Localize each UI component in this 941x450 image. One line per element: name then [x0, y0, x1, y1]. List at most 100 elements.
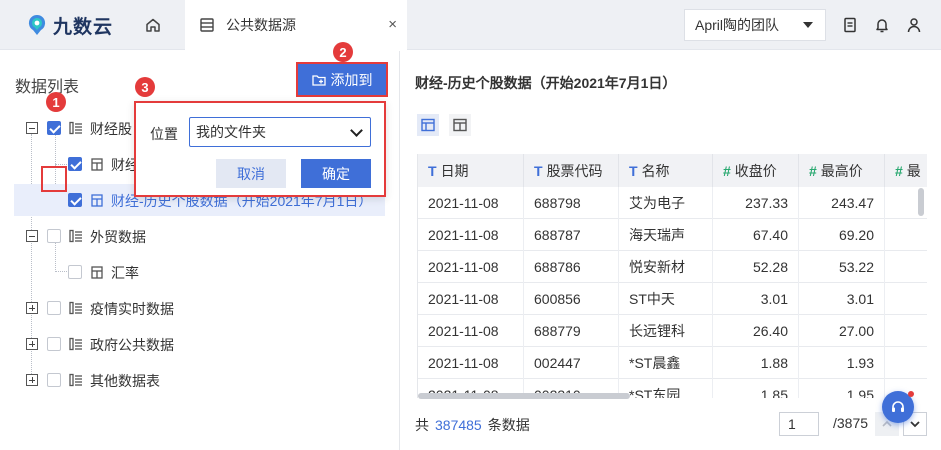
- cancel-button[interactable]: 取消: [216, 159, 286, 188]
- bell-icon[interactable]: [874, 17, 890, 33]
- expand-icon[interactable]: [26, 338, 38, 350]
- table-view-button[interactable]: [417, 114, 439, 136]
- document-icon[interactable]: [842, 17, 858, 33]
- tree-label: 外贸数据: [90, 229, 146, 245]
- table-row[interactable]: 2021-11-08 002447 *ST晨鑫 1.88 1.93: [418, 347, 927, 379]
- data-preview-panel: 财经-历史个股数据（开始2021年7月1日） T 日期 T 股票代码 T 名称 # 收盘…: [401, 51, 941, 450]
- tree-item-trade[interactable]: 外贸数据: [0, 220, 400, 252]
- table-row[interactable]: 2021-11-08 600856 ST中天 3.01 3.01: [418, 283, 927, 315]
- table-icon: [91, 158, 103, 171]
- cell-date: 2021-11-08: [418, 283, 524, 315]
- column-header[interactable]: # 收盘价: [713, 154, 799, 187]
- column-label: 名称: [641, 162, 670, 179]
- field-view-button[interactable]: [449, 114, 471, 136]
- annotation-badge-1: 1: [46, 92, 66, 112]
- page-number-input[interactable]: 1: [779, 412, 819, 436]
- cell-name: *ST晨鑫: [619, 347, 713, 379]
- cell-name: ST中天: [619, 283, 713, 315]
- home-tab[interactable]: [128, 0, 178, 50]
- vertical-scrollbar[interactable]: [918, 188, 924, 216]
- cell-high: 1.93: [799, 347, 885, 379]
- confirm-button[interactable]: 确定: [301, 159, 371, 188]
- field-view-icon: [453, 118, 467, 132]
- checkbox[interactable]: [47, 229, 61, 243]
- column-label: 收盘价: [734, 162, 777, 179]
- expand-icon[interactable]: [26, 302, 38, 314]
- cell-code: 688798: [524, 187, 619, 219]
- cell-high: 27.00: [799, 315, 885, 347]
- count-value: 387485: [435, 417, 482, 433]
- folder-list-icon: [69, 121, 82, 135]
- column-header[interactable]: # 最高价: [799, 154, 885, 187]
- cell-close: 26.40: [713, 315, 799, 347]
- table-row[interactable]: 2021-11-08 688779 长远锂科 26.40 27.00: [418, 315, 927, 347]
- add-to-button[interactable]: 添加到: [296, 62, 388, 97]
- add-to-label: 添加到: [330, 71, 373, 88]
- horizontal-scrollbar[interactable]: [418, 393, 630, 399]
- add-folder-icon: [311, 74, 326, 86]
- table-row[interactable]: 2021-11-08 688786 悦安新材 52.28 53.22: [418, 251, 927, 283]
- tree-label: 汇率: [111, 265, 139, 281]
- cell-code: 688779: [524, 315, 619, 347]
- column-label: 最高价: [820, 162, 863, 179]
- cell-code: 688787: [524, 219, 619, 251]
- column-label: 日期: [440, 162, 469, 179]
- cell-high: 69.20: [799, 219, 885, 251]
- tab-public-datasource[interactable]: 公共数据源 ×: [185, 0, 407, 50]
- checkbox[interactable]: [47, 121, 61, 135]
- user-icon[interactable]: [906, 17, 922, 33]
- cell-extra: [885, 315, 927, 347]
- cell-name: 艾为电子: [619, 187, 713, 219]
- home-icon: [146, 18, 160, 32]
- checkbox[interactable]: [68, 157, 82, 171]
- text-type-icon: T: [629, 162, 638, 179]
- add-to-popup: 位置 我的文件夹 取消 确定: [134, 101, 386, 197]
- support-chat-button[interactable]: [882, 391, 914, 423]
- column-label: 最: [906, 162, 921, 179]
- checkbox[interactable]: [47, 337, 61, 351]
- cell-date: 2021-11-08: [418, 251, 524, 283]
- count-suffix: 条数据: [487, 417, 530, 433]
- record-count: 共 387485 条数据: [415, 415, 530, 435]
- count-prefix: 共: [415, 417, 429, 433]
- cell-code: 688786: [524, 251, 619, 283]
- tree-item-exchange-rate[interactable]: 汇率: [0, 256, 400, 288]
- team-select[interactable]: April陶的团队: [684, 9, 826, 41]
- tree-item-other[interactable]: 其他数据表: [0, 364, 400, 396]
- column-header[interactable]: T 股票代码: [524, 154, 619, 187]
- tree-item-epidemic[interactable]: 疫情实时数据: [0, 292, 400, 324]
- annotation-badge-2: 2: [333, 42, 353, 62]
- column-label: 股票代码: [546, 162, 603, 179]
- cell-name: *ST东园: [619, 379, 713, 398]
- tab-close-icon[interactable]: ×: [388, 16, 397, 33]
- expand-icon[interactable]: [26, 374, 38, 386]
- folder-list-icon: [69, 229, 82, 243]
- table-row[interactable]: 2021-11-08 688798 艾为电子 237.33 243.47: [418, 187, 927, 219]
- collapse-icon[interactable]: [26, 230, 38, 242]
- tree-item-government[interactable]: 政府公共数据: [0, 328, 400, 360]
- table-row[interactable]: 2021-11-08 688787 海天瑞声 67.40 69.20: [418, 219, 927, 251]
- cell-close: 67.40: [713, 219, 799, 251]
- table-view-icon: [421, 118, 435, 132]
- location-select[interactable]: 我的文件夹: [189, 117, 371, 147]
- logo[interactable]: 九数云: [25, 12, 113, 38]
- caret-down-icon: [803, 22, 813, 28]
- cell-date: 2021-11-08: [418, 347, 524, 379]
- column-header[interactable]: # 最: [885, 154, 927, 187]
- column-header[interactable]: T 名称: [619, 154, 713, 187]
- notification-dot: [908, 391, 914, 397]
- tree-label: 疫情实时数据: [90, 301, 174, 317]
- chevron-down-icon: [350, 124, 363, 137]
- cell-name: 长远锂科: [619, 315, 713, 347]
- checkbox[interactable]: [47, 301, 61, 315]
- checkbox[interactable]: [47, 373, 61, 387]
- tab-label: 公共数据源: [226, 17, 296, 33]
- annotation-badge-3: 3: [135, 77, 155, 97]
- chevron-down-icon: [910, 421, 920, 428]
- data-table: T 日期 T 股票代码 T 名称 # 收盘价 # 最高价 # 最 2021-11-08 68…: [417, 154, 927, 398]
- cell-code: 002447: [524, 347, 619, 379]
- checkbox[interactable]: [68, 193, 82, 207]
- collapse-icon[interactable]: [26, 122, 38, 134]
- checkbox[interactable]: [68, 265, 82, 279]
- column-header[interactable]: T 日期: [418, 154, 524, 187]
